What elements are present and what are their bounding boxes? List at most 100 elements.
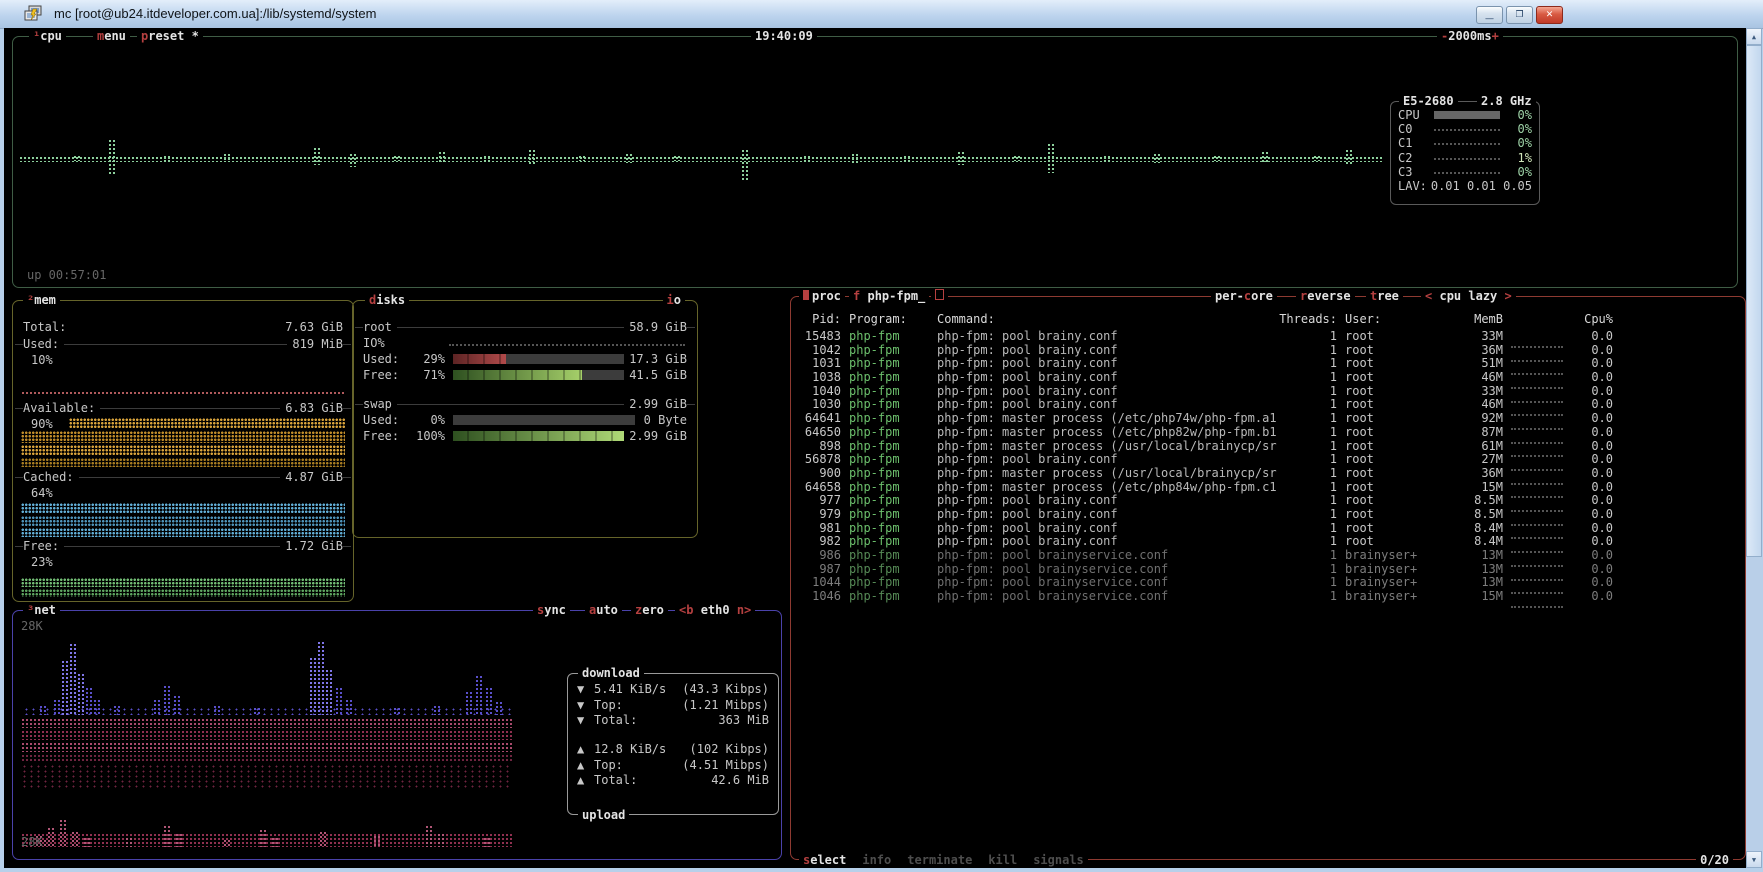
cpu-graph-spike xyxy=(1013,155,1021,161)
process-row[interactable]: 64658php-fpmphp-fpm: master process (/et… xyxy=(791,481,1745,495)
proc-command: php-fpm: master process (/etc/php82w/php… xyxy=(937,426,1277,440)
scrollbar[interactable]: ▲ ▼ xyxy=(1746,28,1762,868)
tree-label: ree xyxy=(1377,289,1399,303)
column-cpu[interactable]: Cpu% xyxy=(1573,313,1613,327)
download-graph-spike xyxy=(213,705,220,715)
mem-box-title[interactable]: ²mem xyxy=(23,293,60,307)
auto-button[interactable]: auto xyxy=(585,603,622,617)
proc-threads: 1 xyxy=(1277,357,1337,371)
column-command[interactable]: Command: xyxy=(937,313,1277,327)
tree-button[interactable]: tree xyxy=(1366,289,1403,303)
terminate-button[interactable]: terminate xyxy=(907,853,972,867)
io-button-label: o xyxy=(674,293,681,307)
download-graph-spike xyxy=(253,707,260,715)
minimize-icon: — xyxy=(1485,15,1494,24)
process-row[interactable]: 898php-fpmphp-fpm: master process (/usr/… xyxy=(791,440,1745,454)
process-row[interactable]: 1038php-fpmphp-fpm: pool brainy.conf1roo… xyxy=(791,371,1745,385)
disk-free-row: Free: 71% 41.5 GiB xyxy=(363,368,687,382)
signals-button[interactable]: signals xyxy=(1033,853,1084,867)
disk-used-value: 0 Byte xyxy=(639,413,687,427)
process-row[interactable]: 56878php-fpmphp-fpm: pool brainy.conf1ro… xyxy=(791,453,1745,467)
process-row[interactable]: 987php-fpmphp-fpm: pool brainyservice.co… xyxy=(791,563,1745,577)
upload-total-row: ▲ Total: 42.6 MiB xyxy=(568,772,778,788)
proc-cpu: 0.0 xyxy=(1573,590,1613,604)
scroll-down-button[interactable]: ▼ xyxy=(1746,851,1762,868)
process-row[interactable]: 1044php-fpmphp-fpm: pool brainyservice.c… xyxy=(791,576,1745,590)
column-user[interactable]: User: xyxy=(1337,313,1449,327)
process-row[interactable]: 1042php-fpmphp-fpm: pool brainy.conf1roo… xyxy=(791,344,1745,358)
download-speed: 5.41 KiB/s xyxy=(594,682,666,696)
mem-used-value: 819 MiB xyxy=(287,337,343,351)
sort-next-button[interactable]: > xyxy=(1505,289,1512,303)
process-row[interactable]: 981php-fpmphp-fpm: pool brainy.conf1root… xyxy=(791,522,1745,536)
process-row[interactable]: 1046php-fpmphp-fpm: pool brainyservice.c… xyxy=(791,590,1745,604)
proc-cpu: 0.0 xyxy=(1573,453,1613,467)
process-row[interactable]: 64641php-fpmphp-fpm: master process (/et… xyxy=(791,412,1745,426)
filter-clear-button[interactable] xyxy=(931,289,948,303)
upload-title: upload xyxy=(578,808,629,822)
maximize-button[interactable]: ❐ xyxy=(1506,6,1533,24)
net-device-switch: <b eth0 n> xyxy=(675,603,755,617)
upload-graph-band xyxy=(21,730,513,740)
preset-button[interactable]: preset * xyxy=(137,29,203,43)
cpu-graph-spike xyxy=(1213,155,1221,161)
process-row[interactable]: 1030php-fpmphp-fpm: pool brainy.conf1roo… xyxy=(791,398,1745,412)
disk-io-label: IO% xyxy=(363,336,390,350)
process-row[interactable]: 900php-fpmphp-fpm: master process (/usr/… xyxy=(791,467,1745,481)
sync-button[interactable]: sync xyxy=(533,603,570,617)
close-icon: ✕ xyxy=(1546,11,1554,20)
upload-graph-spike xyxy=(223,839,230,847)
disk-name: swap xyxy=(363,397,397,411)
download-graph-spike xyxy=(335,687,342,715)
process-row[interactable]: 1040php-fpmphp-fpm: pool brainy.conf1roo… xyxy=(791,385,1745,399)
proc-pid: 987 xyxy=(797,563,841,577)
core-label: C3 xyxy=(1398,165,1434,179)
per-core-button[interactable]: per-core xyxy=(1211,289,1277,303)
mem-used-row: Used: 819 MiB xyxy=(23,337,343,351)
upload-arrow-icon: ▲ xyxy=(577,758,594,772)
minimize-button[interactable]: — xyxy=(1476,6,1503,24)
kill-button[interactable]: kill xyxy=(988,853,1017,867)
cpu-box-title[interactable]: ¹cpu xyxy=(29,29,66,43)
titlebar[interactable]: mc [root@ub24.itdeveloper.com.ua]:/lib/s… xyxy=(0,0,1763,29)
zero-button[interactable]: zero xyxy=(631,603,668,617)
device-prev-button[interactable]: <b xyxy=(679,603,693,617)
column-pid[interactable]: Pid: xyxy=(797,313,841,327)
disks-box-title: disks xyxy=(365,293,409,307)
process-row[interactable]: 977php-fpmphp-fpm: pool brainy.conf1root… xyxy=(791,494,1745,508)
process-row[interactable]: 982php-fpmphp-fpm: pool brainy.conf1root… xyxy=(791,535,1745,549)
mem-cached-percent: 64% xyxy=(31,486,343,500)
select-button[interactable]: select xyxy=(803,853,846,867)
interval-plus-button[interactable]: + xyxy=(1492,29,1499,43)
device-next-button[interactable]: n> xyxy=(737,603,751,617)
column-program[interactable]: Program: xyxy=(849,313,929,327)
column-threads[interactable]: Threads: xyxy=(1277,313,1337,327)
filter-field[interactable]: f php-fpm_ xyxy=(849,289,929,303)
scroll-thumb[interactable] xyxy=(1746,45,1762,557)
net-box-title-label: net xyxy=(34,603,56,617)
select-label: elect xyxy=(810,853,846,867)
proc-footer: select info terminate kill signals xyxy=(799,853,1088,867)
close-button[interactable]: ✕ xyxy=(1536,6,1563,24)
io-mode-button[interactable]: io xyxy=(663,293,685,307)
menu-button[interactable]: menu xyxy=(93,29,130,43)
proc-pid: 900 xyxy=(797,467,841,481)
proc-threads: 1 xyxy=(1277,549,1337,563)
process-row[interactable]: 979php-fpmphp-fpm: pool brainy.conf1root… xyxy=(791,508,1745,522)
proc-program: php-fpm xyxy=(849,563,929,577)
mem-used-percent: 10% xyxy=(31,353,343,367)
reverse-button[interactable]: reverse xyxy=(1296,289,1355,303)
upload-graph-spike xyxy=(71,831,78,847)
disk-used-label: Used: xyxy=(363,413,399,427)
process-row[interactable]: 64650php-fpmphp-fpm: master process (/et… xyxy=(791,426,1745,440)
proc-user: root xyxy=(1337,494,1449,508)
column-mem[interactable]: MemB xyxy=(1453,313,1503,327)
scroll-up-button[interactable]: ▲ xyxy=(1746,28,1762,45)
process-row[interactable]: 15483php-fpmphp-fpm: pool brainy.conf1ro… xyxy=(791,330,1745,344)
net-box-title[interactable]: ³net xyxy=(23,603,60,617)
info-button[interactable]: info xyxy=(862,853,891,867)
sort-label: cpu lazy xyxy=(1432,289,1504,303)
core-label: C2 xyxy=(1398,151,1434,165)
process-row[interactable]: 986php-fpmphp-fpm: pool brainyservice.co… xyxy=(791,549,1745,563)
process-row[interactable]: 1031php-fpmphp-fpm: pool brainy.conf1roo… xyxy=(791,357,1745,371)
